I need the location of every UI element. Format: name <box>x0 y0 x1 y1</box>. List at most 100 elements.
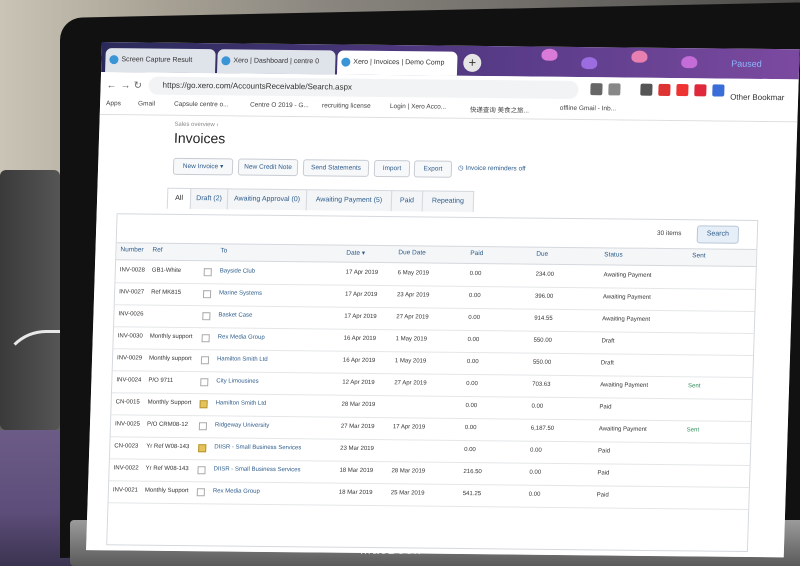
pinterest-icon[interactable] <box>694 84 707 97</box>
attachment-icon[interactable] <box>199 400 208 409</box>
camera-extension-icon[interactable] <box>640 83 653 96</box>
cell-ref: Monthly Support <box>144 487 189 495</box>
column-header-due-date[interactable]: Due Date <box>398 249 426 256</box>
browser-tab-active[interactable]: Xero | Invoices | Demo Comp <box>336 50 458 76</box>
row-checkbox[interactable] <box>201 334 210 343</box>
column-header-due[interactable]: Due <box>536 251 548 258</box>
cell-paid: 0.00 <box>468 314 481 322</box>
tab-draft[interactable]: Draft (2) <box>189 187 229 210</box>
cell-sent: Sent <box>687 383 701 390</box>
cell-to[interactable]: DIISR - Small Business Services <box>213 466 300 473</box>
extension-icon[interactable] <box>712 84 725 97</box>
tab-repeating[interactable]: Repeating <box>421 190 475 212</box>
cell-paid: 0.00 <box>469 270 482 278</box>
cell-status: Draft <box>601 338 615 345</box>
cell-date: 23 Mar 2019 <box>340 445 374 453</box>
column-header-date[interactable]: Date ▾ <box>346 249 365 257</box>
cell-to[interactable]: Rex Media Group <box>213 488 260 494</box>
row-checkbox[interactable] <box>203 268 212 277</box>
cell-due-date: 1 May 2019 <box>394 358 427 365</box>
key-icon[interactable] <box>590 83 603 96</box>
send-statements-button[interactable]: Send Statements <box>302 159 370 177</box>
butterfly-decoration <box>631 50 648 63</box>
extension-icon[interactable] <box>658 83 671 96</box>
star-icon[interactable] <box>608 83 621 96</box>
new-invoice-button[interactable]: New Invoice ▾ <box>172 157 234 176</box>
cell-to[interactable]: Hamilton Smith Ltd <box>216 400 267 407</box>
tab-awaiting-approval[interactable]: Awaiting Approval (0) <box>226 188 308 211</box>
column-header-sent[interactable]: Sent <box>692 252 706 259</box>
cell-paid: 0.00 <box>466 358 479 366</box>
cell-due: 550.00 <box>532 359 552 366</box>
row-checkbox[interactable] <box>200 378 209 387</box>
row-checkbox[interactable] <box>200 356 210 365</box>
browser-tab[interactable]: Xero | Dashboard | centre 0 <box>217 49 336 75</box>
column-header-number[interactable]: Number <box>120 246 143 253</box>
row-checkbox[interactable] <box>202 312 211 321</box>
cell-date: 18 Mar 2019 <box>338 489 373 497</box>
extension-icon[interactable] <box>676 84 689 97</box>
cell-ref: P/O 9711 <box>148 377 174 384</box>
cell-due-date: 1 May 2019 <box>395 336 428 343</box>
bookmark-item[interactable]: Gmail <box>138 100 155 107</box>
bookmark-item[interactable]: offline Gmail - Inb... <box>560 105 616 113</box>
bookmark-item[interactable]: Login | Xero Acco... <box>390 103 446 111</box>
row-checkbox[interactable] <box>202 290 212 299</box>
cell-to[interactable]: Marine Systems <box>219 290 262 296</box>
bookmark-item[interactable]: Centre O 2019 - G... <box>250 102 309 110</box>
xero-favicon-icon <box>221 56 231 66</box>
cell-to[interactable]: Ridgeway University <box>215 422 270 429</box>
cell-number: INV-0021 <box>112 487 139 494</box>
row-checkbox[interactable] <box>197 466 206 475</box>
profile-paused-label[interactable]: Paused <box>731 59 762 69</box>
import-button[interactable]: Import <box>373 159 411 178</box>
cell-due-date: 27 Apr 2019 <box>396 314 429 321</box>
cell-status: Awaiting Payment <box>600 382 649 389</box>
bookmark-item[interactable]: Capsule centre o... <box>174 101 229 109</box>
cell-paid: 0.00 <box>464 424 477 432</box>
forward-icon[interactable]: → <box>120 80 130 91</box>
cell-date: 28 Mar 2019 <box>341 401 376 409</box>
column-header-status[interactable]: Status <box>604 251 623 258</box>
cell-to[interactable]: Rex Media Group <box>218 334 265 340</box>
xero-invoices-page: Sales overview › Invoices New Invoice ▾ … <box>86 115 798 558</box>
column-header-paid[interactable]: Paid <box>470 250 483 257</box>
attachment-icon[interactable] <box>198 444 207 453</box>
new-tab-button[interactable]: + <box>463 53 482 72</box>
url-input[interactable]: https://go.xero.com/AccountsReceivable/S… <box>148 76 579 100</box>
chevron-down-icon: ▾ <box>219 163 224 171</box>
cell-to[interactable]: Basket Case <box>218 312 252 318</box>
cell-due: 0.00 <box>529 469 542 476</box>
bookmark-item[interactable]: Apps <box>106 100 121 107</box>
cell-to[interactable]: Hamilton Smith Ltd <box>217 356 268 363</box>
invoice-tabs: All Draft (2) Awaiting Approval (0) Awai… <box>166 187 475 212</box>
other-bookmarks[interactable]: Other Bookmar <box>730 93 785 103</box>
column-header-ref[interactable]: Ref <box>152 247 162 254</box>
cell-due-date: 27 Apr 2019 <box>394 380 427 387</box>
tab-awaiting-payment[interactable]: Awaiting Payment (5) <box>305 189 393 212</box>
row-checkbox[interactable] <box>198 422 208 431</box>
invoice-reminders-link[interactable]: ◷ Invoice reminders off <box>458 164 526 173</box>
reload-icon[interactable]: ↻ <box>133 80 142 91</box>
export-button[interactable]: Export <box>413 160 453 178</box>
cell-to[interactable]: DIISR - Small Business Services <box>214 444 301 451</box>
bookmark-item[interactable]: 快递查询 美食之旅... <box>470 104 530 115</box>
cell-paid: 0.00 <box>468 292 481 300</box>
cell-to[interactable]: Bayside Club <box>220 268 256 274</box>
column-header-to[interactable]: To <box>220 247 227 254</box>
cell-date: 17 Apr 2019 <box>345 269 379 277</box>
browser-tab[interactable]: Screen Capture Result <box>105 48 216 74</box>
tab-paid[interactable]: Paid <box>390 190 424 212</box>
cell-to[interactable]: City Limousines <box>216 378 259 384</box>
tab-all[interactable]: All <box>166 187 192 210</box>
search-button[interactable]: Search <box>696 225 740 244</box>
new-credit-note-button[interactable]: New Credit Note <box>237 158 299 177</box>
breadcrumb[interactable]: Sales overview › <box>174 122 218 128</box>
back-icon[interactable]: ← <box>106 80 116 91</box>
cell-number: INV-0026 <box>118 311 144 318</box>
cell-due-date: 6 May 2019 <box>397 270 430 277</box>
bookmark-item[interactable]: recruiting license <box>322 102 371 110</box>
cell-due: 703.63 <box>532 381 551 388</box>
row-checkbox[interactable] <box>196 488 205 497</box>
cell-due-date: 23 Apr 2019 <box>396 292 430 299</box>
